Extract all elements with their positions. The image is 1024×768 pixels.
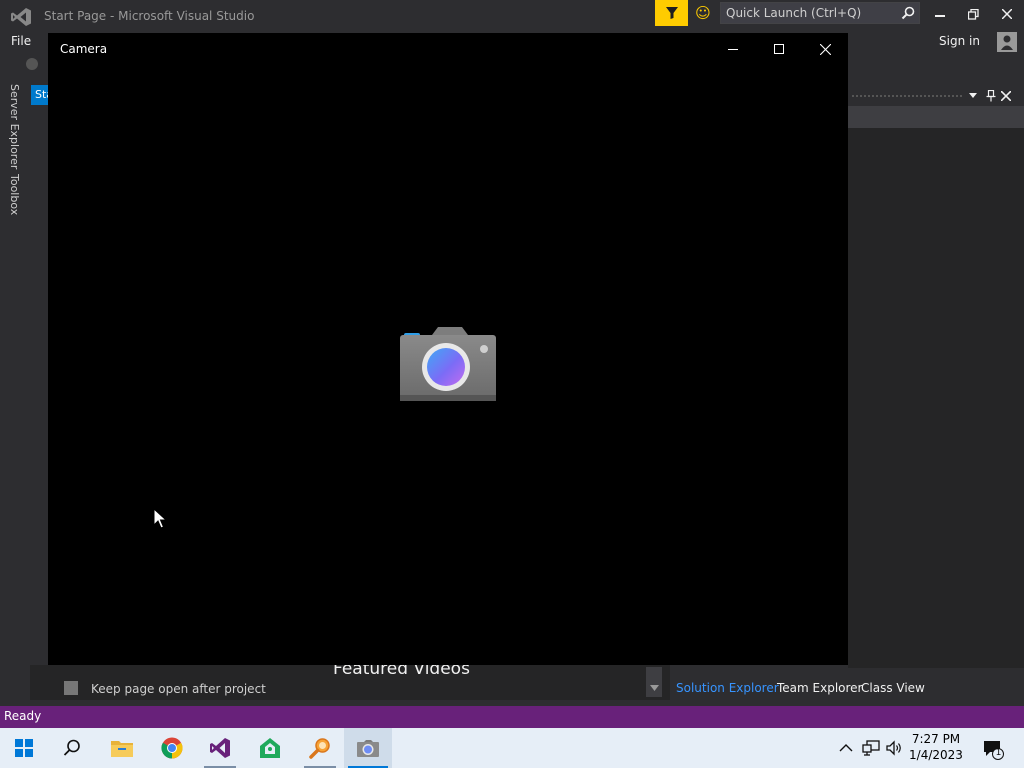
window-title: Start Page - Microsoft Visual Studio bbox=[44, 9, 255, 23]
camera-window-title: Camera bbox=[60, 42, 108, 56]
solution-explorer-toolbar bbox=[848, 106, 1024, 128]
camera-taskbar-button[interactable] bbox=[344, 728, 392, 768]
menu-file[interactable]: File bbox=[11, 34, 31, 48]
minimize-icon bbox=[728, 49, 738, 50]
close-icon bbox=[1002, 9, 1012, 19]
search-tool-icon bbox=[309, 738, 330, 759]
file-explorer-button[interactable] bbox=[98, 728, 146, 768]
start-icon bbox=[15, 739, 33, 757]
filter-icon bbox=[665, 7, 678, 19]
search-tool-button[interactable] bbox=[296, 728, 344, 768]
chevron-up-icon[interactable] bbox=[838, 740, 854, 756]
vs-minimize-button[interactable] bbox=[923, 0, 957, 28]
network-icon[interactable] bbox=[862, 739, 880, 757]
camera-minimize-button[interactable] bbox=[710, 33, 756, 65]
volume-icon[interactable] bbox=[885, 739, 903, 757]
start-button[interactable] bbox=[0, 728, 48, 768]
clock-date[interactable]: 1/4/2023 bbox=[905, 748, 967, 762]
chevron-down-icon[interactable] bbox=[968, 92, 978, 100]
back-navigation-icon[interactable] bbox=[26, 58, 38, 70]
git-client-button[interactable] bbox=[246, 728, 294, 768]
notification-center-button[interactable]: 1 bbox=[982, 738, 1004, 760]
taskbar-search-button[interactable] bbox=[48, 728, 96, 768]
camera-app-icon bbox=[357, 740, 379, 757]
notification-count-badge: 1 bbox=[995, 748, 1002, 758]
visual-studio-logo-icon bbox=[11, 8, 31, 26]
search-icon bbox=[901, 6, 915, 20]
taskbar: 7:27 PM 1/4/2023 1 bbox=[0, 728, 1024, 768]
status-text: Ready bbox=[4, 709, 42, 723]
tab-solution-explorer[interactable]: Solution Explorer bbox=[676, 681, 779, 695]
clock-time[interactable]: 7:27 PM bbox=[905, 732, 967, 746]
tab-class-view[interactable]: Class View bbox=[861, 681, 925, 695]
scroll-down-icon[interactable] bbox=[646, 667, 662, 697]
panel-grip bbox=[852, 95, 962, 97]
bottom-panel-tabs: Solution Explorer Team Explorer Class Vi… bbox=[670, 678, 1024, 700]
keep-page-open-checkbox[interactable] bbox=[64, 681, 78, 695]
pin-icon[interactable] bbox=[986, 90, 996, 102]
camera-title-bar: Camera bbox=[48, 33, 848, 65]
mouse-cursor-icon bbox=[153, 508, 167, 529]
minimize-icon bbox=[935, 15, 945, 17]
toolbox-tab[interactable]: Toolbox bbox=[8, 174, 21, 215]
status-bar: Ready bbox=[0, 706, 1024, 728]
chrome-button[interactable] bbox=[148, 728, 196, 768]
camera-maximize-button[interactable] bbox=[756, 33, 802, 65]
camera-window: Camera bbox=[48, 33, 848, 665]
sign-in-link[interactable]: Sign in bbox=[939, 34, 980, 48]
git-icon bbox=[260, 738, 280, 758]
chrome-icon bbox=[161, 737, 183, 759]
camera-close-button[interactable] bbox=[802, 33, 848, 65]
visual-studio-button[interactable] bbox=[196, 728, 244, 768]
smiley-feedback-icon[interactable]: ☺ bbox=[693, 3, 713, 23]
vs-close-button[interactable] bbox=[990, 0, 1024, 28]
user-silhouette-icon bbox=[1001, 35, 1013, 50]
left-tool-rail: Server Explorer Toolbox bbox=[0, 80, 30, 700]
maximize-icon bbox=[774, 44, 784, 54]
vs-restore-button[interactable] bbox=[956, 0, 990, 28]
file-explorer-icon bbox=[111, 741, 133, 757]
search-icon bbox=[63, 739, 80, 756]
chevron-down-icon bbox=[649, 685, 659, 691]
close-icon bbox=[819, 43, 831, 55]
solution-explorer-content bbox=[848, 128, 1024, 668]
keep-page-open-label: Keep page open after project bbox=[91, 682, 266, 696]
start-page-tab[interactable]: Sta bbox=[31, 85, 49, 105]
account-icon[interactable] bbox=[997, 32, 1017, 52]
camera-logo-icon bbox=[400, 327, 496, 401]
quick-launch-placeholder: Quick Launch (Ctrl+Q) bbox=[726, 6, 862, 20]
tab-team-explorer[interactable]: Team Explorer bbox=[777, 681, 863, 695]
server-explorer-tab[interactable]: Server Explorer bbox=[8, 84, 21, 169]
close-icon[interactable] bbox=[1001, 91, 1011, 101]
vs-title-bar: Start Page - Microsoft Visual Studio ☺ Q… bbox=[0, 0, 1024, 32]
restore-icon bbox=[967, 8, 979, 20]
visual-studio-icon bbox=[210, 738, 230, 758]
quick-launch-input[interactable]: Quick Launch (Ctrl+Q) bbox=[720, 2, 920, 24]
feedback-filter-button[interactable] bbox=[655, 0, 688, 26]
